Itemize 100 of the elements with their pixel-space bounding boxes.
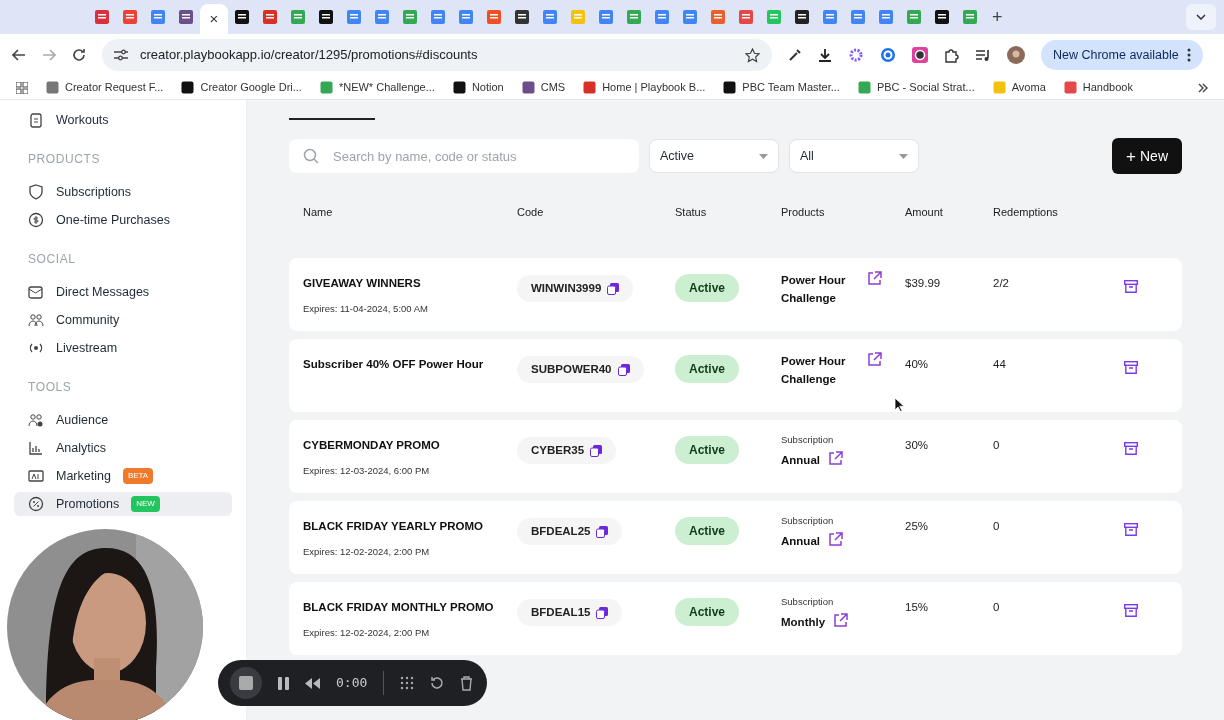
sidebar-item-icon	[28, 212, 44, 228]
code-chip[interactable]: BFDEAL15	[517, 599, 623, 627]
bookmark-item[interactable]: Home | Playbook B...	[583, 79, 706, 96]
external-link-icon[interactable]	[867, 271, 882, 286]
sidebar-item[interactable]: Workouts	[14, 108, 232, 132]
tab-favicon-icon	[403, 10, 417, 24]
bookmark-favicon-icon	[319, 81, 333, 94]
bookmark-favicon-icon	[452, 81, 466, 94]
code-chip[interactable]: SUBPOWER40	[517, 356, 644, 384]
sidebar-item-icon	[28, 468, 44, 484]
stop-button[interactable]	[230, 667, 262, 699]
status-filter[interactable]: Active	[649, 139, 779, 173]
expiry-text: Expires: 12-03-2024, 6:00 PM	[303, 464, 431, 479]
code-chip[interactable]: BFDEAL25	[517, 518, 623, 546]
bookmark-item[interactable]: Creator Google Dri...	[181, 79, 302, 96]
code-chip[interactable]: WINWIN3999	[517, 275, 634, 303]
sidebar-item[interactable]: Promotions NEW	[14, 492, 232, 516]
copy-icon[interactable]	[617, 363, 630, 376]
bookmark-favicon-icon	[857, 81, 871, 94]
media-icon[interactable]	[975, 48, 991, 62]
sidebar-item[interactable]: Community	[14, 308, 232, 332]
code-chip[interactable]: CYBER35	[517, 437, 617, 465]
sidebar-item[interactable]: Analytics	[14, 436, 232, 460]
status-badge: Active	[675, 436, 740, 464]
new-tab-button[interactable]: +	[992, 3, 1003, 31]
sidebar-item[interactable]: Audience	[14, 408, 232, 432]
restart-icon[interactable]	[430, 676, 445, 690]
extensions-icon[interactable]	[944, 47, 959, 63]
external-link-icon[interactable]	[828, 451, 843, 467]
bookmark-item[interactable]: PBC - Social Strat...	[857, 79, 975, 96]
product-link[interactable]: Annual	[781, 451, 820, 470]
bookmark-item[interactable]: *NEW* Challenge...	[319, 79, 435, 96]
promo-name: Subscriber 40% OFF Power Hour	[303, 357, 485, 372]
star-icon[interactable]	[745, 47, 760, 63]
external-link-icon[interactable]	[833, 613, 849, 629]
sidebar-item[interactable]: Livestream	[14, 336, 232, 360]
bookmark-favicon-icon	[46, 81, 59, 94]
sparkle-icon[interactable]	[848, 47, 864, 63]
tab-favicon-icon	[795, 10, 809, 24]
extension-c-icon[interactable]	[880, 47, 896, 63]
product-type: Subscription	[781, 433, 835, 447]
tab-favicon-icon	[151, 10, 165, 24]
sidebar-item[interactable]: Direct Messages	[14, 280, 232, 304]
sidebar-item[interactable]: One-time Purchases	[14, 208, 232, 232]
tab-list-button[interactable]	[1186, 4, 1216, 30]
more-bookmarks-icon[interactable]	[1198, 82, 1208, 93]
dropdown-caret-icon	[899, 153, 908, 159]
archive-icon[interactable]	[1124, 361, 1138, 374]
back-icon[interactable]	[12, 49, 26, 61]
update-button[interactable]: New Chrome available	[1041, 40, 1203, 70]
eyedropper-icon[interactable]	[788, 48, 802, 62]
pause-icon[interactable]	[278, 676, 289, 690]
copy-icon[interactable]	[607, 282, 620, 295]
tab-favicon-icon	[375, 10, 389, 24]
bookmark-item[interactable]: Notion	[452, 79, 504, 96]
copy-icon[interactable]	[596, 606, 609, 619]
sidebar-item[interactable]: Marketing BETA	[14, 464, 232, 488]
column-header: Amount	[905, 204, 944, 220]
download-icon[interactable]	[818, 48, 832, 62]
color-ring-icon[interactable]	[912, 47, 928, 63]
archive-icon[interactable]	[1124, 604, 1138, 617]
redemptions-cell-text: 0	[993, 600, 1001, 615]
product-type: Subscription	[781, 514, 835, 528]
archive-icon[interactable]	[1124, 523, 1138, 536]
bookmark-favicon-icon	[992, 81, 1006, 94]
reload-icon[interactable]	[72, 48, 86, 62]
rewind-icon[interactable]	[305, 677, 320, 689]
archive-icon[interactable]	[1124, 280, 1138, 293]
bookmark-item[interactable]: PBC Team Master...	[723, 79, 840, 96]
product-filter[interactable]: All	[789, 139, 919, 173]
product-link[interactable]: Power Hour Challenge	[781, 352, 859, 388]
search-field[interactable]: Search by name, code or status	[289, 139, 639, 173]
bookmark-item[interactable]: Avoma	[992, 79, 1046, 96]
product-link[interactable]: Monthly	[781, 613, 826, 632]
copy-icon[interactable]	[590, 444, 603, 457]
profile-avatar-icon[interactable]	[1007, 46, 1025, 64]
address-bar[interactable]: creator.playbookapp.io/creator/1295/promotions#discounts	[102, 39, 772, 71]
trash-icon[interactable]	[460, 675, 474, 691]
section-heading: SOCIAL	[27, 251, 77, 268]
product-link[interactable]: Power Hour Challenge	[781, 271, 859, 307]
amount-cell-text: $39.99	[905, 276, 942, 291]
copy-icon[interactable]	[596, 525, 609, 538]
column-header: Status	[675, 204, 708, 220]
browser-tab[interactable]: ×	[200, 4, 228, 34]
tab-favicon-icon	[627, 10, 641, 24]
apps-grid-icon[interactable]	[16, 81, 28, 94]
status-badge: Active	[675, 517, 740, 545]
bookmark-item[interactable]: Handbook	[1063, 79, 1133, 96]
site-settings-icon[interactable]	[114, 49, 128, 61]
sidebar-item[interactable]: Subscriptions	[14, 180, 232, 204]
external-link-icon[interactable]	[828, 532, 843, 548]
external-link-icon[interactable]	[867, 352, 882, 367]
bookmark-item[interactable]: Creator Request F...	[46, 79, 164, 96]
new-button[interactable]: + New	[1112, 138, 1182, 174]
product-link[interactable]: Annual	[781, 532, 820, 551]
grid-dots-icon[interactable]	[400, 676, 415, 690]
bookmark-item[interactable]: CMS	[521, 79, 566, 96]
archive-icon[interactable]	[1124, 442, 1138, 455]
column-header: Name	[303, 204, 334, 220]
tab-favicon-icon	[767, 10, 781, 24]
